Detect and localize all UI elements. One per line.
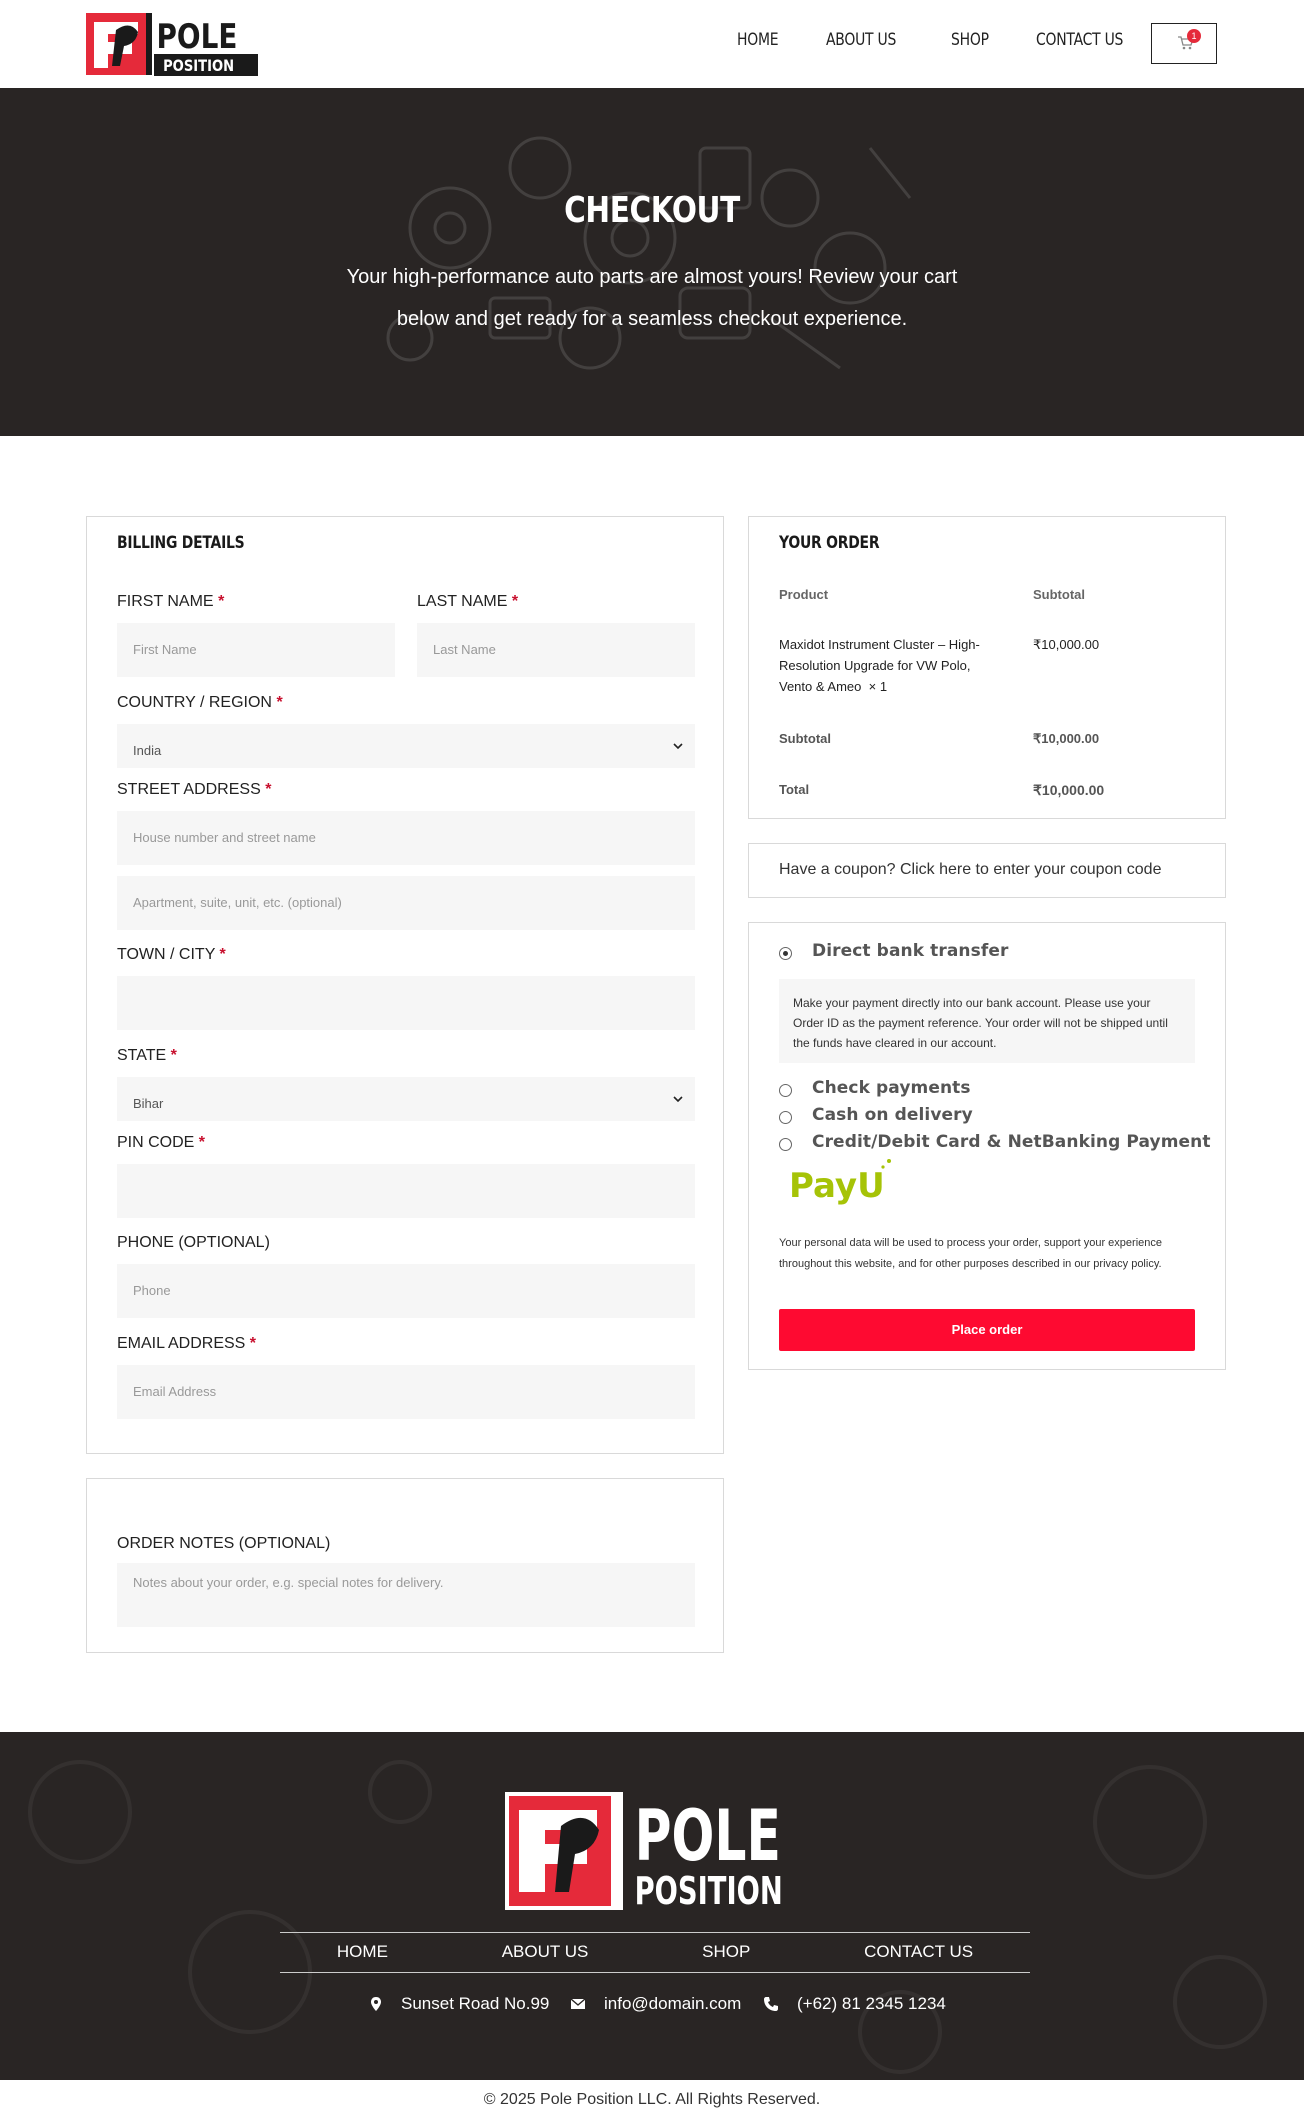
- place-order-button[interactable]: Place order: [779, 1309, 1195, 1351]
- column-header-subtotal: Subtotal: [1033, 587, 1085, 602]
- chevron-down-icon: [673, 743, 683, 750]
- site-footer: POLE POSITION HOME ABOUT US SHOP CONTACT…: [0, 1732, 1304, 2080]
- order-title: YOUR ORDER: [779, 533, 880, 553]
- order-item-name: Maxidot Instrument Cluster – High-Resolu…: [779, 637, 980, 694]
- order-notes-label: ORDER NOTES (OPTIONAL): [117, 1535, 331, 1552]
- payment-cod-label[interactable]: Cash on delivery: [812, 1105, 973, 1125]
- payment-card-label[interactable]: Credit/Debit Card & NetBanking Payment: [812, 1132, 1211, 1152]
- main-nav: HOME ABOUT US SHOP CONTACT US: [737, 30, 1181, 50]
- privacy-notice: Your personal data will be used to proce…: [779, 1237, 1162, 1270]
- email-label: EMAIL ADDRESS *: [117, 1335, 257, 1352]
- street-address-input[interactable]: House number and street name: [117, 811, 695, 865]
- phone-input[interactable]: Phone: [117, 1264, 695, 1318]
- street-address-label: STREET ADDRESS *: [117, 781, 272, 798]
- nav-shop[interactable]: SHOP: [951, 30, 989, 50]
- billing-details-card: BILLING DETAILS FIRST NAME * First Name …: [86, 516, 724, 1454]
- footer-address: Sunset Road No.99: [401, 1994, 550, 2013]
- country-select[interactable]: India: [117, 724, 695, 768]
- hero-banner: CHECKOUT Your high-performance auto part…: [0, 88, 1304, 436]
- coupon-link[interactable]: Have a coupon? Click here to enter your …: [779, 861, 1161, 879]
- state-select[interactable]: Bihar: [117, 1077, 695, 1121]
- last-name-label: LAST NAME *: [417, 593, 519, 610]
- order-notes-textarea[interactable]: Notes about your order, e.g. special not…: [117, 1563, 695, 1627]
- payu-logo: PayU: [789, 1159, 891, 1206]
- total-label: Total: [779, 782, 810, 797]
- bank-transfer-description: Make your payment directly into our bank…: [779, 979, 1195, 1063]
- city-input[interactable]: [117, 976, 695, 1030]
- first-name-label: FIRST NAME *: [117, 593, 225, 610]
- footer-divider-bottom: [280, 1972, 1030, 1973]
- billing-title: BILLING DETAILS: [117, 533, 245, 553]
- payment-direct-bank-label[interactable]: Direct bank transfer: [812, 941, 1008, 961]
- footer-nav-contact[interactable]: CONTACT US: [864, 1942, 973, 1962]
- chevron-down-icon: [673, 1096, 683, 1103]
- pole-position-logo[interactable]: POLE POSITION: [86, 10, 258, 78]
- city-label: TOWN / CITY *: [117, 946, 226, 963]
- radio-check-payments[interactable]: [779, 1084, 792, 1097]
- footer-nav-about[interactable]: ABOUT US: [502, 1942, 589, 1962]
- your-order-card: YOUR ORDER Product Subtotal Maxidot Inst…: [748, 516, 1226, 819]
- phone-label: PHONE (OPTIONAL): [117, 1234, 270, 1251]
- apartment-input[interactable]: Apartment, suite, unit, etc. (optional): [117, 876, 695, 930]
- footer-email[interactable]: info@domain.com: [604, 1994, 741, 2014]
- total-value: ₹10,000.00: [1033, 782, 1105, 798]
- order-notes-card: ORDER NOTES (OPTIONAL) Notes about your …: [86, 1478, 724, 1653]
- hero-subtitle: Your high-performance auto parts are alm…: [346, 266, 958, 330]
- location-pin-icon: [371, 1997, 381, 2011]
- email-input[interactable]: Email Address: [117, 1365, 695, 1419]
- nav-home[interactable]: HOME: [737, 30, 779, 50]
- radio-cash-on-delivery[interactable]: [779, 1111, 792, 1124]
- footer-divider-top: [280, 1932, 1030, 1933]
- copyright: © 2025 Pole Position LLC. All Rights Res…: [483, 2091, 821, 2108]
- svg-text:PayU: PayU: [789, 1166, 885, 1206]
- subtotal-label: Subtotal: [779, 731, 831, 746]
- payment-methods-card: Direct bank transfer Make your payment d…: [748, 922, 1226, 1370]
- radio-direct-bank[interactable]: [779, 947, 792, 960]
- first-name-input[interactable]: First Name: [117, 623, 395, 677]
- footer-nav-shop[interactable]: SHOP: [702, 1942, 750, 1962]
- subtotal-value: ₹10,000.00: [1033, 731, 1100, 746]
- cart-button[interactable]: 1: [1151, 23, 1217, 64]
- footer-phone[interactable]: (+62) 81 2345 1234: [797, 1994, 946, 2014]
- envelope-icon: [570, 1998, 586, 2009]
- last-name-input[interactable]: Last Name: [417, 623, 695, 677]
- nav-contact[interactable]: CONTACT US: [1036, 30, 1123, 50]
- order-item-qty: × 1: [868, 679, 888, 694]
- footer-nav: HOME ABOUT US SHOP CONTACT US: [280, 1942, 1030, 1962]
- coupon-toggle[interactable]: Have a coupon? Click here to enter your …: [748, 843, 1226, 898]
- site-header: POLE POSITION HOME ABOUT US SHOP CONTACT…: [0, 0, 1304, 88]
- pin-code-input[interactable]: [117, 1164, 695, 1218]
- state-label: STATE *: [117, 1047, 177, 1064]
- footer-nav-home[interactable]: HOME: [337, 1942, 388, 1962]
- page-title: CHECKOUT: [564, 190, 740, 231]
- logo-text-top: POLE: [157, 17, 238, 56]
- footer-logo-text-bottom: POSITION: [635, 1868, 783, 1912]
- nav-about[interactable]: ABOUT US: [826, 30, 896, 50]
- pin-code-label: PIN CODE *: [117, 1134, 206, 1151]
- footer-logo-text-top: POLE: [635, 1796, 781, 1877]
- phone-icon: [764, 1997, 778, 2011]
- logo-text-bottom: POSITION: [163, 57, 234, 76]
- footer-logo[interactable]: POLE POSITION: [505, 1792, 805, 1912]
- column-header-product: Product: [779, 587, 829, 602]
- radio-card-netbanking[interactable]: [779, 1138, 792, 1151]
- country-label: COUNTRY / REGION *: [117, 694, 283, 711]
- cart-count-badge: 1: [1187, 29, 1201, 43]
- payment-check-label[interactable]: Check payments: [812, 1078, 971, 1098]
- order-item-price: ₹10,000.00: [1033, 637, 1100, 652]
